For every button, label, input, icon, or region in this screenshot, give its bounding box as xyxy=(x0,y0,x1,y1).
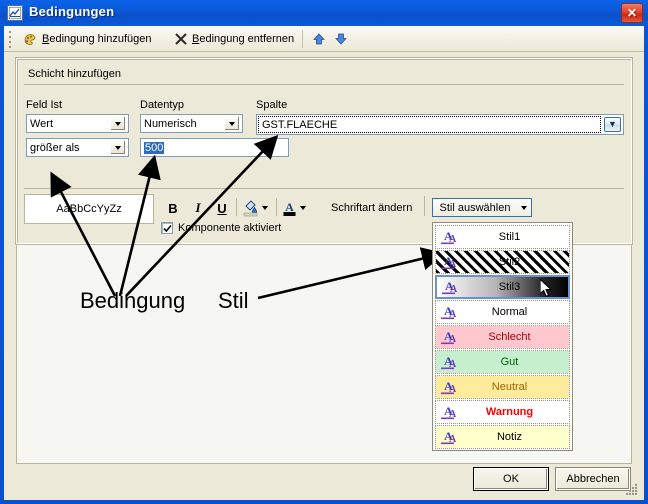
style-option-stil3[interactable]: AAStil3 xyxy=(435,275,570,299)
annotation-stil: Stil xyxy=(218,288,249,314)
style-option-notiz[interactable]: AANotiz xyxy=(435,425,570,449)
format-separator-2 xyxy=(276,198,277,216)
bold-button[interactable]: B xyxy=(163,198,183,218)
style-option-label: Stil1 xyxy=(460,231,569,243)
font-style-icon: AA xyxy=(437,276,461,298)
style-option-label: Stil2 xyxy=(460,256,569,268)
remove-condition-label: Bedingung entfernen xyxy=(192,33,294,45)
komponente-aktiviert-label: Komponente aktiviert xyxy=(178,222,281,234)
chevron-down-icon xyxy=(110,140,126,155)
chart-icon xyxy=(7,5,23,21)
x-icon xyxy=(174,32,188,46)
chevron-down-icon xyxy=(110,116,126,131)
font-style-icon: AA xyxy=(436,351,460,373)
feld-ist-label: Feld Ist xyxy=(26,99,62,111)
font-style-icon: AA xyxy=(436,426,460,448)
underline-button[interactable]: U xyxy=(212,198,232,218)
ok-button[interactable]: OK xyxy=(474,468,548,490)
style-option-schlecht[interactable]: AASchlecht xyxy=(435,325,570,349)
title-bar: Bedingungen ✕ xyxy=(0,0,648,26)
font-style-icon: AA xyxy=(436,251,460,273)
stil-auswaehlen-button[interactable]: Stil auswählen xyxy=(432,198,532,217)
font-style-icon: AA xyxy=(436,226,460,248)
feld-ist-value: Wert xyxy=(27,118,110,130)
style-option-stil1[interactable]: AAStil1 xyxy=(435,225,570,249)
font-style-icon: AA xyxy=(436,326,460,348)
toolbar-separator xyxy=(302,30,303,48)
text-color-icon: A xyxy=(282,199,297,217)
cancel-button[interactable]: Abbrechen xyxy=(556,468,630,490)
wert-value: 500 xyxy=(144,142,164,154)
cancel-label: Abbrechen xyxy=(566,473,619,485)
arrow-down-icon xyxy=(334,32,348,46)
datentyp-combo[interactable]: Numerisch xyxy=(140,114,243,133)
toolbar: Bedingung hinzufügen Bedingung entfernen xyxy=(4,26,644,52)
remove-condition-button[interactable]: Bedingung entfernen xyxy=(170,29,298,49)
font-style-icon: AA xyxy=(436,376,460,398)
toolbar-grip[interactable] xyxy=(9,31,13,47)
chevron-down-icon xyxy=(517,206,531,210)
datentyp-value: Numerisch xyxy=(141,118,224,130)
ok-label: OK xyxy=(503,473,519,485)
style-option-warnung[interactable]: AAWarnung xyxy=(435,400,570,424)
application-window: Bedingungen ✕ xyxy=(0,0,648,504)
style-option-label: Schlecht xyxy=(460,331,569,343)
fill-color-icon xyxy=(242,199,259,217)
font-style-icon: AA xyxy=(436,401,460,423)
wert-input[interactable]: 500 xyxy=(140,138,289,157)
chevron-down-icon xyxy=(262,206,268,210)
style-option-stil2[interactable]: AAStil2 xyxy=(435,250,570,274)
svg-text:A: A xyxy=(285,200,294,214)
style-option-gut[interactable]: AAGut xyxy=(435,350,570,374)
add-condition-label: Bedingung hinzufügen xyxy=(42,33,152,45)
panel-divider-bottom xyxy=(24,188,624,189)
annotation-bedingung: Bedingung xyxy=(80,288,185,314)
resize-grip[interactable] xyxy=(626,484,638,496)
style-option-label: Notiz xyxy=(460,431,569,443)
arrow-up-icon xyxy=(312,32,326,46)
style-option-normal[interactable]: AANormal xyxy=(435,300,570,324)
spalte-combo[interactable]: GST.FLAECHE ▼ xyxy=(256,114,624,135)
feld-ist-combo[interactable]: Wert xyxy=(26,114,129,133)
panel-divider-top xyxy=(24,84,624,85)
operator-combo[interactable]: größer als xyxy=(26,138,129,157)
text-color-button[interactable]: A xyxy=(282,197,306,219)
chevron-down-icon xyxy=(224,116,240,131)
komponente-aktiviert-row[interactable]: Komponente aktiviert xyxy=(161,222,281,234)
chevron-down-icon[interactable]: ▼ xyxy=(604,117,621,132)
datentyp-label: Datentyp xyxy=(140,99,184,111)
move-down-button[interactable] xyxy=(332,30,350,48)
font-preview: AaBbCcYyZz xyxy=(24,194,154,224)
style-option-label: Warnung xyxy=(460,406,569,418)
add-condition-button[interactable]: Bedingung hinzufügen xyxy=(18,29,156,49)
stil-auswaehlen-label: Stil auswählen xyxy=(433,202,517,214)
fill-color-button[interactable] xyxy=(242,197,268,219)
spalte-value: GST.FLAECHE xyxy=(258,116,601,133)
window-title: Bedingungen xyxy=(29,4,114,19)
close-icon: ✕ xyxy=(627,7,637,19)
check-icon xyxy=(163,224,172,233)
palette-icon xyxy=(22,31,38,47)
format-separator xyxy=(236,198,237,216)
style-option-label: Gut xyxy=(460,356,569,368)
mouse-cursor xyxy=(540,279,554,299)
window-frame: Bedingungen ✕ xyxy=(0,0,648,504)
komponente-aktiviert-checkbox[interactable] xyxy=(161,222,173,234)
style-option-label: Neutral xyxy=(460,381,569,393)
style-dropdown-list[interactable]: AAStil1AAStil2AAStil3AANormalAASchlechtA… xyxy=(432,222,573,451)
operator-value: größer als xyxy=(27,142,110,154)
style-option-neutral[interactable]: AANeutral xyxy=(435,375,570,399)
chevron-down-icon xyxy=(300,206,306,210)
schriftart-label: Schriftart ändern xyxy=(331,202,412,214)
format-separator-3 xyxy=(424,196,425,216)
window-client-area: Bedingung hinzufügen Bedingung entfernen xyxy=(4,26,644,500)
spalte-label: Spalte xyxy=(256,99,287,111)
close-button[interactable]: ✕ xyxy=(621,3,643,23)
move-up-button[interactable] xyxy=(310,30,328,48)
font-style-icon: AA xyxy=(436,301,460,323)
panel-title: Schicht hinzufügen xyxy=(28,68,121,80)
style-option-label: Normal xyxy=(460,306,569,318)
italic-button[interactable]: I xyxy=(188,198,208,218)
